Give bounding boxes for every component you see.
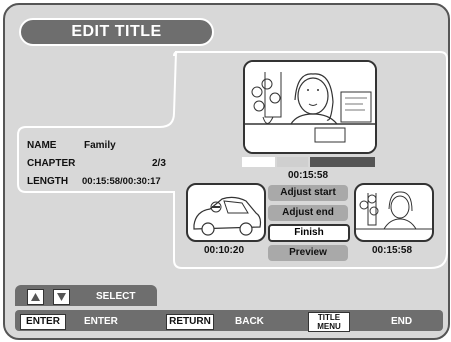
woman-illustration-icon [245,62,375,152]
preview-image [243,60,377,154]
title-menu-key-line2: MENU [317,322,341,331]
start-thumbnail[interactable] [186,183,266,242]
name-label: NAME [27,140,57,151]
end-thumbnail[interactable] [354,183,434,242]
start-timestamp: 00:10:20 [203,245,245,256]
title-menu-key-line1: TITLE [317,313,341,322]
triangle-down-icon [57,293,66,301]
up-arrow-key[interactable] [27,289,44,305]
woman-small-illustration-icon [356,191,432,230]
name-value: Family [84,140,116,151]
triangle-up-icon [31,293,40,301]
preview-button[interactable]: Preview [268,245,348,261]
down-arrow-key[interactable] [53,289,70,305]
key-guide [15,310,443,331]
adjust-end-button[interactable]: Adjust end [268,205,348,221]
enter-label: ENTER [84,316,118,327]
preview-timestamp: 00:15:58 [287,170,329,181]
chapter-label: CHAPTER [27,158,76,169]
car-illustration-icon [193,196,262,236]
progress-bar [242,157,375,167]
return-key[interactable]: RETURN [166,314,214,330]
finish-button[interactable]: Finish [268,224,350,242]
adjust-start-button[interactable]: Adjust start [268,185,348,201]
title-menu-key[interactable]: TITLE MENU [308,312,350,332]
back-label: BACK [235,316,264,327]
end-label: END [391,316,413,327]
end-timestamp: 00:15:58 [371,245,413,256]
enter-key[interactable]: ENTER [20,314,66,330]
chapter-value: 2/3 [152,158,166,169]
length-value: 00:15:58/00:30:17 [82,176,161,187]
select-label: SELECT [96,291,136,302]
length-label: LENGTH [27,176,69,187]
